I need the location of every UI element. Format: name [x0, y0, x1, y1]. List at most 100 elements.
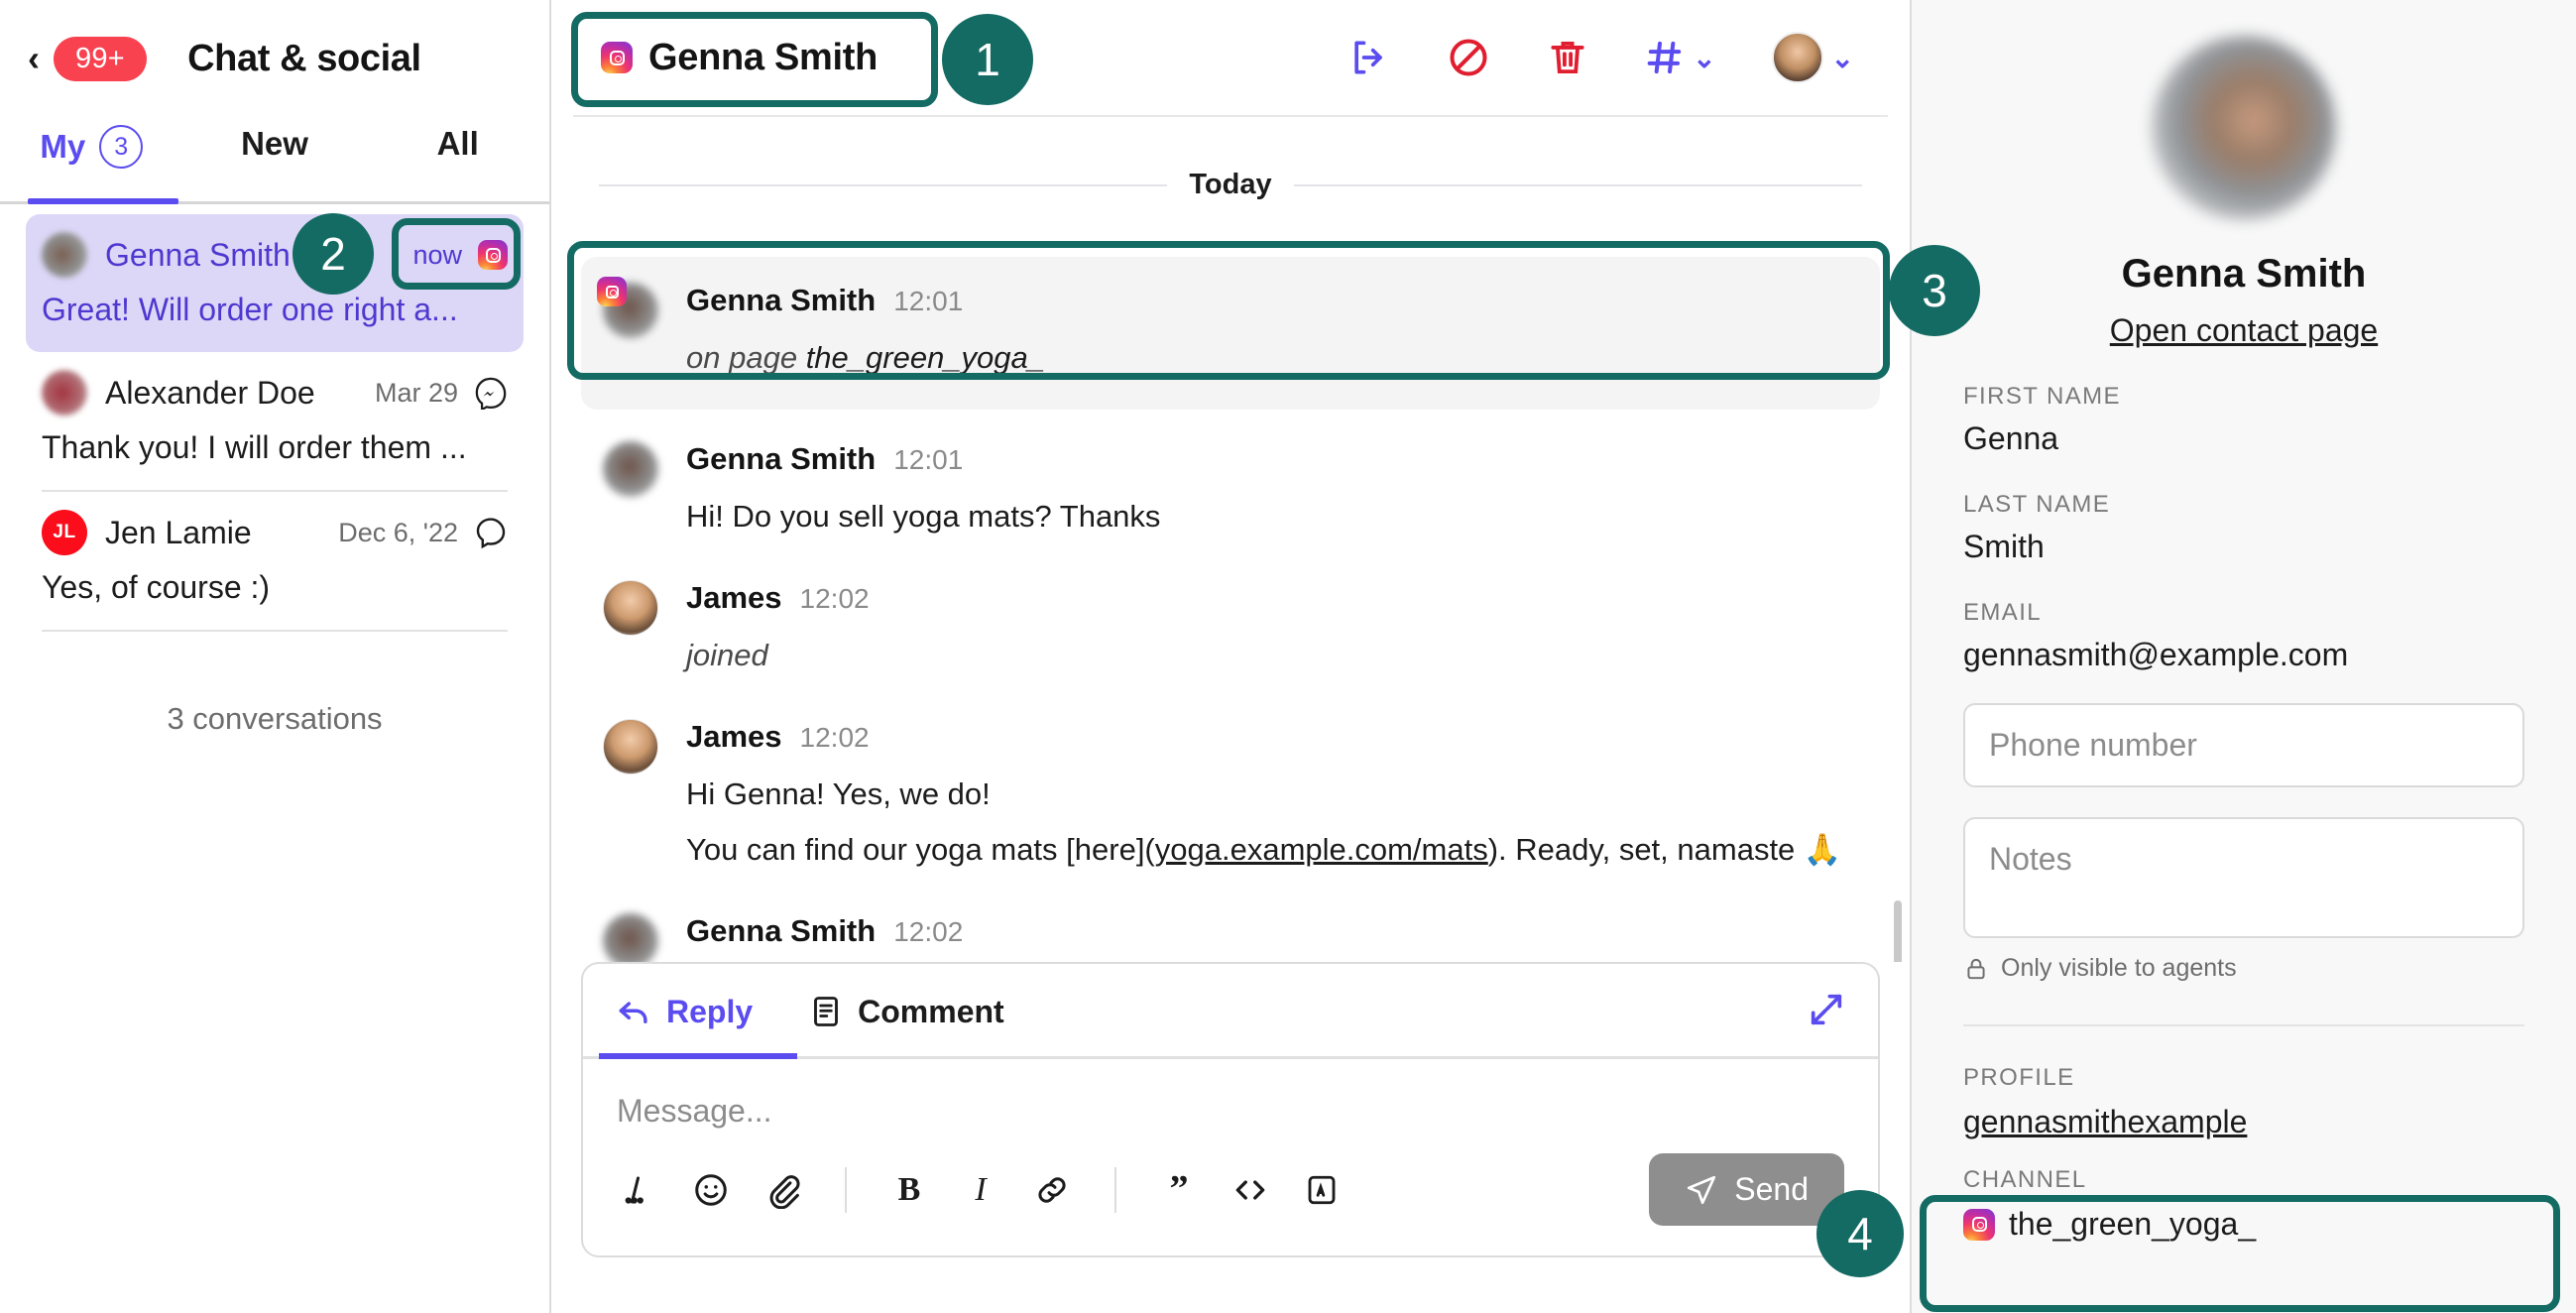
- tab-all[interactable]: All: [366, 117, 549, 163]
- channel-value-row[interactable]: the_green_yoga_: [1963, 1206, 2524, 1243]
- instagram-icon: [478, 240, 508, 270]
- message-author: Genna Smith: [686, 913, 876, 949]
- conversation-item-jen-lamie[interactable]: JL Jen Lamie Dec 6, '22 Yes, of course :…: [26, 492, 524, 630]
- message-system-joined: James 12:02 joined: [581, 570, 1880, 687]
- transfer-icon[interactable]: [1347, 36, 1391, 79]
- instagram-icon: [1963, 1209, 1995, 1241]
- chat-header-actions: ⌄ ⌄: [1347, 32, 1854, 83]
- message-timestamp: 12:01: [893, 444, 963, 476]
- toolbar-divider: [845, 1167, 847, 1213]
- field-value[interactable]: Smith: [1963, 529, 2524, 565]
- agent-avatar: [1772, 32, 1823, 83]
- trash-icon[interactable]: [1546, 36, 1589, 79]
- message-author: James: [686, 580, 782, 616]
- image-icon[interactable]: [1299, 1167, 1345, 1213]
- reply-arrow-icon: [615, 993, 652, 1030]
- avatar: [42, 232, 87, 278]
- bold-icon[interactable]: B: [886, 1167, 932, 1213]
- message-timestamp: 12:01: [893, 286, 963, 317]
- chevron-down-icon: ⌄: [1693, 42, 1715, 74]
- chevron-left-icon[interactable]: ‹: [28, 41, 40, 76]
- channel-label: CHANNEL: [1963, 1166, 2524, 1194]
- avatar: JL: [42, 510, 87, 555]
- field-label: LAST NAME: [1963, 491, 2524, 519]
- conversation-meta: now: [412, 240, 508, 271]
- on-page-prefix: on page: [686, 340, 797, 375]
- conversation-header-row: Genna Smith now: [42, 232, 508, 278]
- conversation-divider: [42, 630, 508, 632]
- conversation-meta: Mar 29: [375, 376, 508, 410]
- message-header: Genna Smith 12:02: [686, 913, 1858, 949]
- attachment-icon[interactable]: [760, 1167, 805, 1213]
- tab-all-label: All: [437, 125, 479, 163]
- conversation-timestamp: Dec 6, '22: [338, 518, 458, 548]
- link-icon[interactable]: [1029, 1167, 1075, 1213]
- message-header: Genna Smith 12:01: [686, 441, 1858, 477]
- day-divider-label: Today: [1189, 169, 1271, 201]
- message-author: James: [686, 719, 782, 755]
- agent-avatar-menu[interactable]: ⌄: [1772, 32, 1854, 83]
- open-contact-page-link[interactable]: Open contact page: [1963, 312, 2524, 349]
- chat-title-group[interactable]: Genna Smith: [601, 37, 878, 79]
- inbox-tabs: My 3 New All: [0, 117, 549, 204]
- tab-my[interactable]: My 3: [0, 117, 183, 169]
- code-icon[interactable]: [1228, 1167, 1273, 1213]
- message-body: Genna Smith 12:01 Hi! Do you sell yoga m…: [686, 441, 1858, 538]
- tab-comment[interactable]: Comment: [808, 994, 1004, 1030]
- field-email: EMAIL gennasmith@example.com: [1963, 599, 2524, 673]
- lock-icon: [1963, 956, 1989, 982]
- message-link[interactable]: yoga.example.com/mats: [1155, 832, 1488, 867]
- emoji-icon[interactable]: [688, 1167, 734, 1213]
- thread-scrollbar[interactable]: [1894, 900, 1902, 962]
- on-page-value: the_green_yoga_: [806, 340, 1045, 375]
- section-divider: [1963, 1024, 2524, 1026]
- conversation-list-panel: ‹ 99+ Chat & social My 3 New All Genna S: [0, 0, 551, 1313]
- message-input[interactable]: Message...: [583, 1059, 1878, 1137]
- conversation-meta: Dec 6, '22: [338, 516, 508, 549]
- unread-count-badge: 99+: [54, 37, 147, 81]
- link-suffix-text: ). Ready, set, namaste 🙏: [1488, 832, 1842, 867]
- link-prefix-text: You can find our yoga mats [here](: [686, 832, 1155, 867]
- message-system-on-page: Genna Smith 12:01 on page the_green_yoga…: [581, 257, 1880, 410]
- avatar: [603, 913, 658, 962]
- message-composer: Reply Comment Message...: [581, 962, 1880, 1257]
- note-icon: [808, 994, 844, 1029]
- tab-reply[interactable]: Reply: [615, 993, 753, 1030]
- field-value[interactable]: gennasmith@example.com: [1963, 637, 2524, 673]
- message-body: James 12:02 joined: [686, 580, 1858, 677]
- send-button[interactable]: Send: [1649, 1153, 1844, 1226]
- composer-toolbar: B I ”: [583, 1137, 1878, 1255]
- quote-icon[interactable]: ”: [1156, 1167, 1202, 1213]
- toolbar-divider: [1114, 1167, 1116, 1213]
- message-text: joined: [686, 634, 1858, 677]
- conversation-item-genna-smith[interactable]: Genna Smith now Great! Will order one ri…: [26, 214, 524, 352]
- conversation-header-row: JL Jen Lamie Dec 6, '22: [42, 510, 508, 555]
- tabs-active-indicator: [28, 198, 178, 204]
- send-plane-icon: [1685, 1173, 1718, 1207]
- message-header: Genna Smith 12:01: [686, 283, 1858, 318]
- tab-new[interactable]: New: [183, 117, 367, 163]
- field-first-name: FIRST NAME Genna: [1963, 383, 2524, 457]
- field-value[interactable]: Genna: [1963, 420, 2524, 457]
- italic-icon[interactable]: I: [958, 1167, 1003, 1213]
- chat-bubble-icon: [474, 516, 508, 549]
- instagram-icon: [597, 277, 627, 306]
- phone-number-input[interactable]: Phone number: [1963, 703, 2524, 787]
- ban-icon[interactable]: [1447, 36, 1490, 79]
- chevron-down-icon: ⌄: [1831, 42, 1854, 74]
- avatar: [603, 283, 658, 338]
- channel-section: CHANNEL the_green_yoga_: [1963, 1166, 2524, 1243]
- expand-arrows-icon[interactable]: [1807, 990, 1846, 1034]
- conversation-timestamp: now: [412, 240, 462, 271]
- page-title: Chat & social: [147, 38, 462, 80]
- tab-my-count: 3: [99, 125, 143, 169]
- canned-response-icon[interactable]: [617, 1167, 662, 1213]
- profile-value[interactable]: gennasmithexample: [1963, 1104, 2524, 1140]
- conversation-item-alexander-doe[interactable]: Alexander Doe Mar 29 Thank you! I will o…: [26, 352, 524, 490]
- tab-my-label: My: [40, 128, 85, 166]
- tag-icon[interactable]: ⌄: [1645, 38, 1715, 77]
- chat-panel: Genna Smith: [551, 0, 1912, 1313]
- message-timestamp: 12:02: [800, 583, 870, 615]
- message-body: James 12:02 Hi Genna! Yes, we do! You ca…: [686, 719, 1858, 872]
- notes-input[interactable]: Notes: [1963, 817, 2524, 938]
